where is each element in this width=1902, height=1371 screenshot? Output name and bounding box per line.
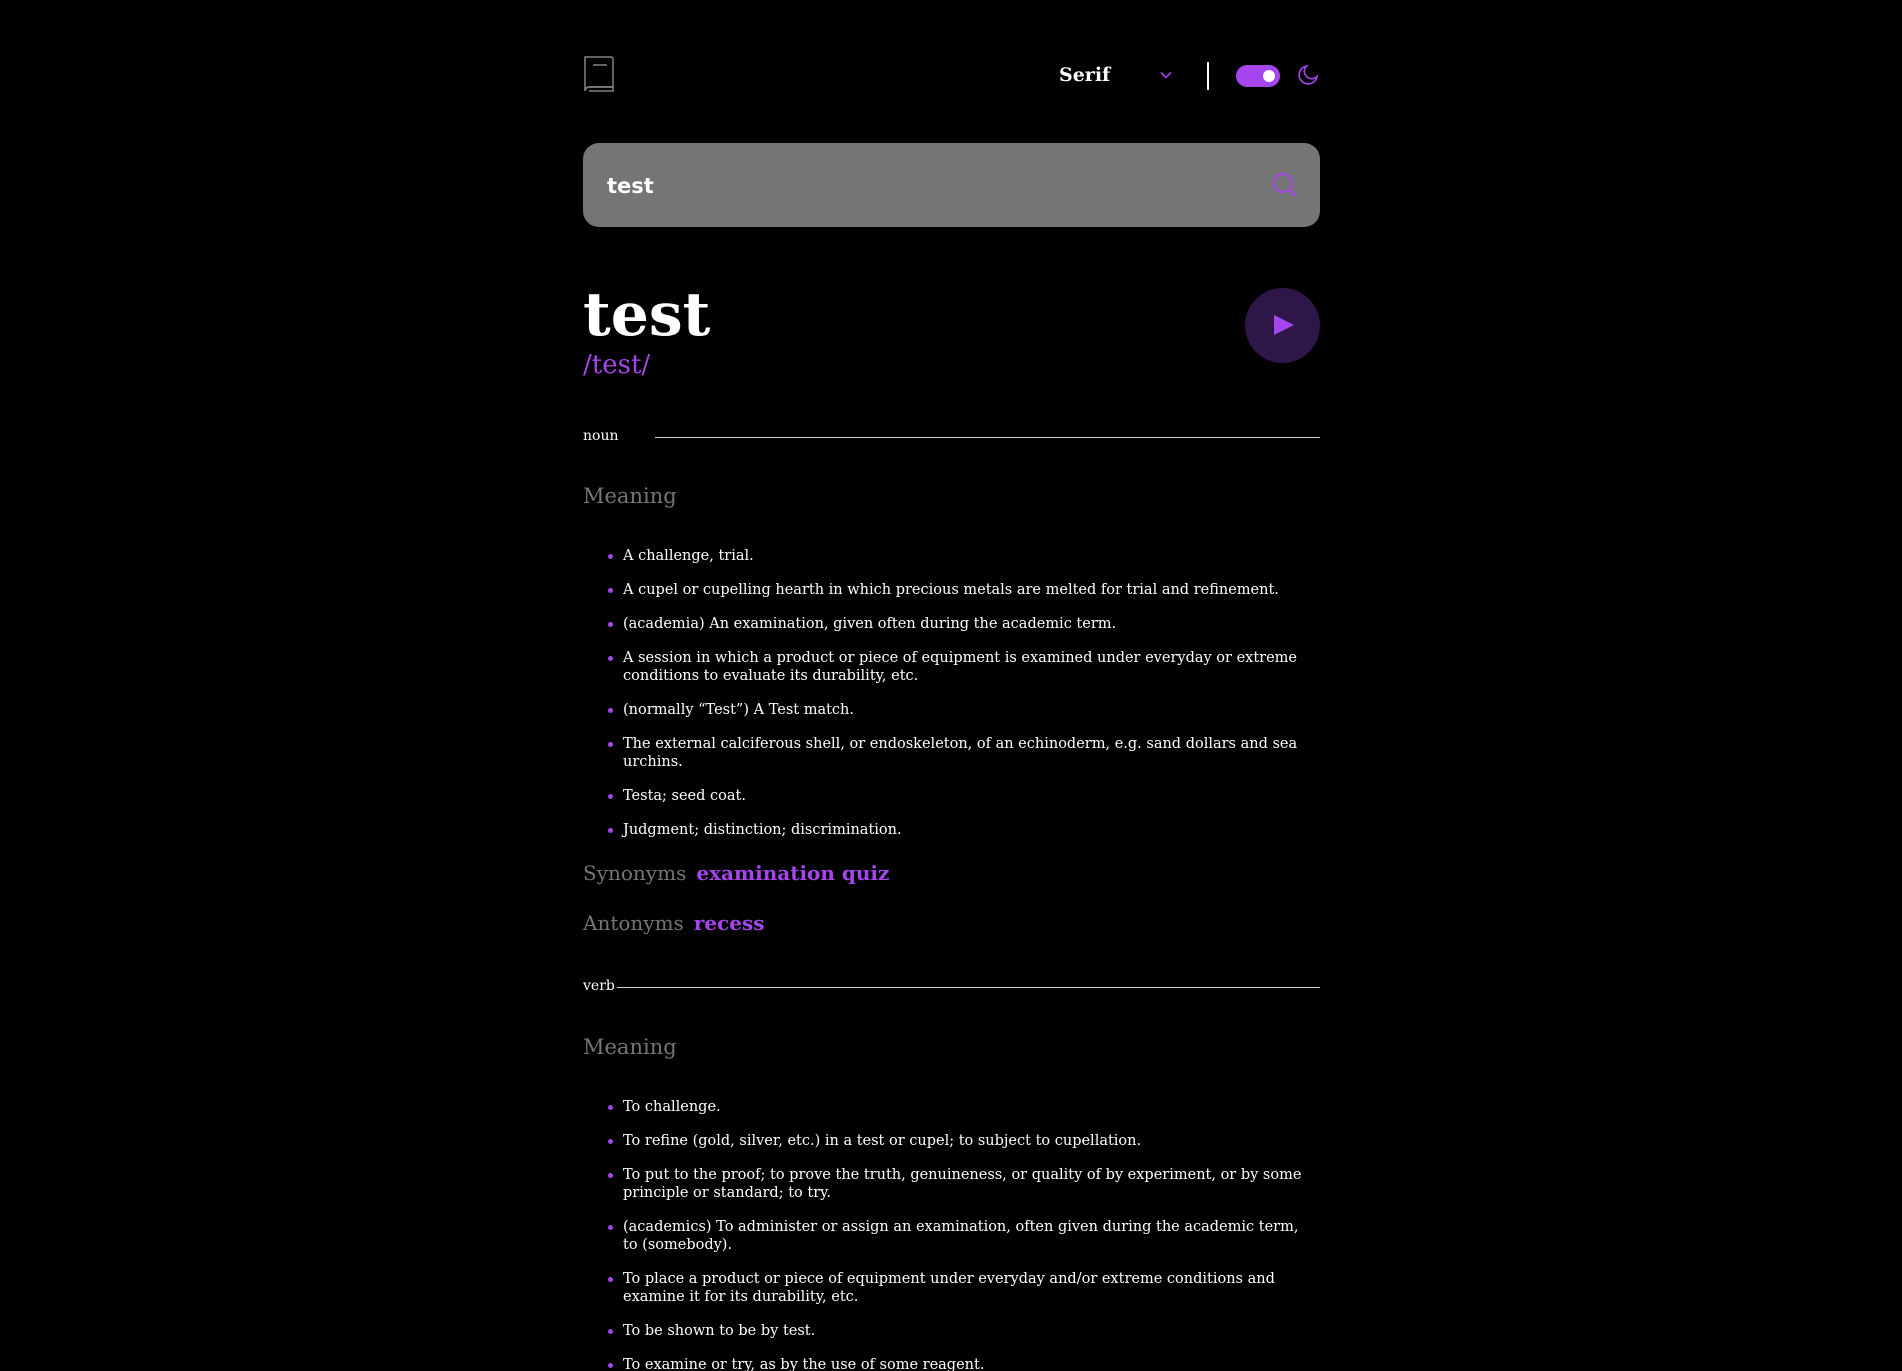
- bullet-dot: [608, 1139, 613, 1144]
- search-icon[interactable]: [1272, 172, 1298, 198]
- definition-text: Judgment; distinction; discrimination.: [623, 822, 902, 838]
- bullet-dot: [608, 588, 613, 593]
- bullet-dot: [608, 742, 613, 747]
- phonetic-text: /test/: [583, 350, 651, 380]
- verb-section-header: verb: [583, 978, 1320, 998]
- bullet-dot: [608, 656, 613, 661]
- moon-icon: [1298, 64, 1319, 85]
- antonym-link[interactable]: recess: [694, 911, 765, 935]
- book-logo-icon[interactable]: [583, 55, 619, 93]
- definition-text: A challenge, trial.: [623, 548, 754, 564]
- bullet-dot: [608, 708, 613, 713]
- noun-section-header: noun: [583, 428, 1320, 448]
- definition-item: (academia) An examination, given often d…: [583, 615, 1320, 633]
- definition-text: To examine or try, as by the use of some…: [623, 1357, 985, 1371]
- bullet-dot: [608, 794, 613, 799]
- definition-text: To place a product or piece of equipment…: [623, 1271, 1275, 1305]
- bullet-dot: [608, 1277, 613, 1282]
- definition-item: A challenge, trial.: [583, 547, 1320, 565]
- definition-text: To put to the proof; to prove the truth,…: [623, 1167, 1302, 1201]
- chevron-down-icon[interactable]: [1158, 67, 1174, 83]
- definition-item: The external calciferous shell, or endos…: [583, 735, 1320, 771]
- verb-meaning-heading: Meaning: [583, 1035, 677, 1059]
- theme-toggle[interactable]: [1236, 65, 1280, 87]
- definition-item: To be shown to be by test.: [583, 1322, 1320, 1340]
- definition-item: A cupel or cupelling hearth in which pre…: [583, 581, 1320, 599]
- definition-text: A session in which a product or piece of…: [623, 650, 1298, 684]
- noun-definition-list: A challenge, trial. A cupel or cupelling…: [583, 547, 1320, 855]
- bullet-dot: [608, 1173, 613, 1178]
- definition-text: (normally “Test”) A Test match.: [623, 702, 854, 718]
- noun-meaning-heading: Meaning: [583, 484, 677, 508]
- definition-text: (academics) To administer or assign an e…: [623, 1219, 1299, 1253]
- definition-text: To refine (gold, silver, etc.) in a test…: [623, 1133, 1142, 1149]
- definition-item: To examine or try, as by the use of some…: [583, 1356, 1320, 1371]
- definition-text: Testa; seed coat.: [623, 788, 746, 804]
- noun-divider-line: [655, 437, 1320, 438]
- verb-divider-line: [617, 987, 1320, 988]
- dictionary-page: Serif test /test/: [0, 0, 1902, 1371]
- definition-item: To refine (gold, silver, etc.) in a test…: [583, 1132, 1320, 1150]
- header-divider: [1207, 62, 1209, 90]
- font-selector-label: Serif: [1059, 64, 1111, 86]
- antonyms-label: Antonyms: [583, 911, 684, 935]
- pos-label-verb: verb: [583, 978, 621, 994]
- antonyms-row: Antonyms recess: [583, 911, 765, 935]
- definition-item: A session in which a product or piece of…: [583, 649, 1320, 685]
- definition-item: (normally “Test”) A Test match.: [583, 701, 1320, 719]
- bullet-dot: [608, 622, 613, 627]
- definition-text: To challenge.: [623, 1099, 721, 1115]
- theme-toggle-knob: [1263, 70, 1275, 82]
- definition-item: Testa; seed coat.: [583, 787, 1320, 805]
- definition-item: (academics) To administer or assign an e…: [583, 1218, 1320, 1254]
- definition-item: Judgment; distinction; discrimination.: [583, 821, 1320, 839]
- synonym-link[interactable]: examination quiz: [696, 861, 889, 885]
- pos-label-noun: noun: [583, 428, 625, 444]
- bullet-dot: [608, 554, 613, 559]
- search-input[interactable]: [605, 165, 1249, 207]
- definition-text: To be shown to be by test.: [623, 1323, 816, 1339]
- definition-text: (academia) An examination, given often d…: [623, 616, 1117, 632]
- bullet-dot: [608, 1225, 613, 1230]
- definition-item: To put to the proof; to prove the truth,…: [583, 1166, 1320, 1202]
- play-icon: [1274, 315, 1294, 335]
- definition-text: The external calciferous shell, or endos…: [623, 736, 1298, 770]
- bullet-dot: [608, 1105, 613, 1110]
- bullet-dot: [608, 1329, 613, 1334]
- play-pronunciation-button[interactable]: [1245, 288, 1320, 363]
- word-title: test: [583, 280, 711, 350]
- search-bar: [583, 143, 1320, 227]
- bullet-dot: [608, 828, 613, 833]
- definition-text: A cupel or cupelling hearth in which pre…: [623, 582, 1279, 598]
- synonyms-row: Synonyms examination quiz: [583, 861, 889, 885]
- bullet-dot: [608, 1363, 613, 1368]
- definition-item: To place a product or piece of equipment…: [583, 1270, 1320, 1306]
- definition-item: To challenge.: [583, 1098, 1320, 1116]
- synonyms-label: Synonyms: [583, 861, 687, 885]
- verb-definition-list: To challenge. To refine (gold, silver, e…: [583, 1098, 1320, 1371]
- header: Serif: [583, 55, 1320, 95]
